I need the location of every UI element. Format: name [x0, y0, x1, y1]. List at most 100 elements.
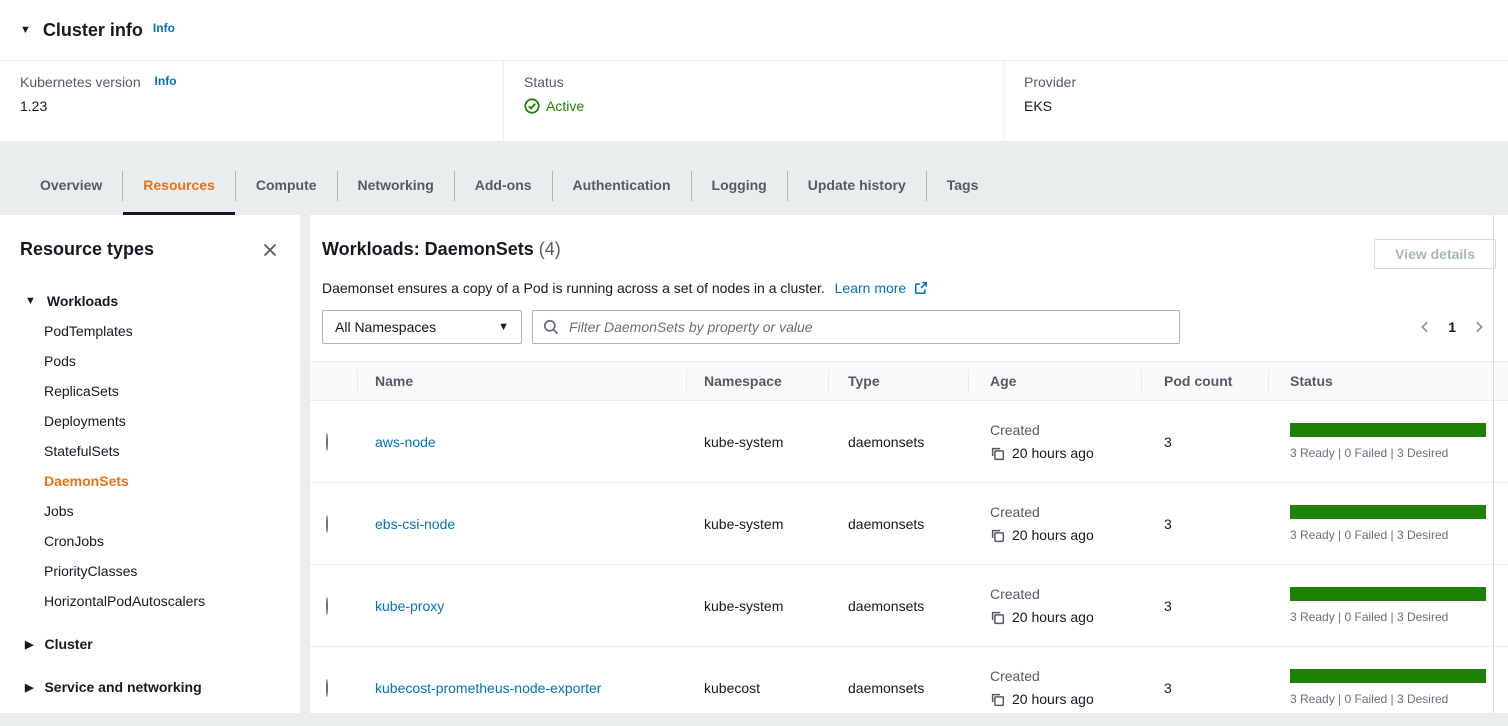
status-bar [1290, 423, 1486, 437]
field-label: Provider [1024, 74, 1488, 90]
tab-overview[interactable]: Overview [20, 141, 122, 215]
tab-authentication[interactable]: Authentication [553, 141, 691, 215]
tab-networking[interactable]: Networking [338, 141, 454, 215]
info-link[interactable]: Info [155, 74, 177, 88]
field-label: Status [524, 74, 983, 90]
item-count: (4) [539, 239, 561, 259]
tab-logging[interactable]: Logging [692, 141, 787, 215]
pagination: 1 [1418, 319, 1496, 335]
sidebar-item-pods[interactable]: Pods [20, 346, 280, 376]
cluster-info-fields: Kubernetes version Info 1.23 Status Acti… [0, 61, 1508, 141]
field-label: Kubernetes version Info [20, 74, 483, 90]
tab-resources[interactable]: Resources [123, 141, 235, 215]
caret-down-icon: ▼ [25, 295, 36, 307]
learn-more-link[interactable]: Learn more [835, 280, 907, 296]
copy-icon[interactable] [990, 446, 1005, 461]
table-row: kube-proxy kube-system daemonsets Create… [310, 565, 1508, 647]
pod-count-cell: 3 [1141, 434, 1268, 450]
status-bar [1290, 505, 1486, 519]
tree-group-cluster[interactable]: ▶ Cluster [20, 629, 280, 659]
view-details-button[interactable]: View details [1374, 239, 1496, 269]
tab-bar: Overview Resources Compute Networking Ad… [0, 141, 1508, 215]
status-value: Active [524, 98, 983, 114]
caret-right-icon: ▶ [25, 681, 33, 694]
sidebar-item-cronjobs[interactable]: CronJobs [20, 526, 280, 556]
sidebar-item-podtemplates[interactable]: PodTemplates [20, 316, 280, 346]
sidebar-item-daemonsets[interactable]: DaemonSets [20, 466, 280, 496]
status-cell: 3 Ready | 0 Failed | 3 Desired [1268, 587, 1508, 624]
panel-description: Daemonset ensures a copy of a Pod is run… [322, 279, 1496, 296]
type-cell: daemonsets [828, 434, 968, 450]
age-cell: Created 20 hours ago [968, 504, 1141, 543]
age-cell: Created 20 hours ago [968, 668, 1141, 707]
sidebar-item-replicasets[interactable]: ReplicaSets [20, 376, 280, 406]
daemonset-name-link[interactable]: kubecost-prometheus-node-exporter [375, 680, 601, 696]
sidebar-item-priorityclasses[interactable]: PriorityClasses [20, 556, 280, 586]
tab-compute[interactable]: Compute [236, 141, 337, 215]
table-row: ebs-csi-node kube-system daemonsets Crea… [310, 483, 1508, 565]
content-area: Resource types ▼ Workloads PodTemplates … [0, 215, 1508, 713]
table-header: Name Namespace Type Age Pod count Status [310, 361, 1508, 401]
namespace-select[interactable]: All Namespaces ▼ [322, 310, 522, 344]
cluster-info-header: ▼ Cluster info Info [0, 0, 1508, 60]
sidebar-item-statefulsets[interactable]: StatefulSets [20, 436, 280, 466]
search-icon [543, 319, 559, 335]
provider-field: Provider EKS [1003, 61, 1508, 141]
tab-update-history[interactable]: Update history [788, 141, 926, 215]
radio-button[interactable] [326, 515, 328, 533]
daemonset-name-link[interactable]: kube-proxy [375, 598, 444, 614]
search-box [532, 310, 1180, 344]
status-cell: 3 Ready | 0 Failed | 3 Desired [1268, 669, 1508, 706]
type-cell: daemonsets [828, 516, 968, 532]
column-header-pod-count: Pod count [1141, 373, 1268, 389]
copy-icon[interactable] [990, 610, 1005, 625]
type-cell: daemonsets [828, 680, 968, 696]
age-cell: Created 20 hours ago [968, 422, 1141, 461]
radio-button[interactable] [326, 433, 328, 451]
namespace-cell: kube-system [686, 516, 828, 532]
kubernetes-version-field: Kubernetes version Info 1.23 [0, 61, 503, 141]
kubernetes-version-value: 1.23 [20, 98, 483, 114]
status-field: Status Active [503, 61, 1003, 141]
triangle-down-icon[interactable]: ▼ [20, 24, 31, 36]
tree-group-service-and-networking[interactable]: ▶ Service and networking [20, 672, 280, 702]
external-link-icon [914, 282, 928, 298]
close-icon[interactable] [260, 240, 280, 260]
pod-count-cell: 3 [1141, 598, 1268, 614]
resource-tree: ▼ Workloads PodTemplates Pods ReplicaSet… [20, 286, 280, 702]
tree-group-workloads[interactable]: ▼ Workloads [20, 286, 280, 316]
search-input[interactable] [567, 318, 1169, 336]
caret-right-icon: ▶ [25, 638, 33, 651]
sidebar-title: Resource types [20, 239, 154, 260]
chevron-right-icon[interactable] [1472, 320, 1486, 334]
cluster-info-panel: ▼ Cluster info Info Kubernetes version I… [0, 0, 1508, 141]
column-header-type: Type [828, 373, 968, 389]
sidebar-item-jobs[interactable]: Jobs [20, 496, 280, 526]
page-number[interactable]: 1 [1448, 319, 1456, 335]
status-text: Active [546, 98, 584, 114]
status-cell: 3 Ready | 0 Failed | 3 Desired [1268, 505, 1508, 542]
daemonsets-table: Name Namespace Type Age Pod count Status… [310, 361, 1508, 713]
namespace-cell: kube-system [686, 598, 828, 614]
sidebar-item-deployments[interactable]: Deployments [20, 406, 280, 436]
pod-count-cell: 3 [1141, 680, 1268, 696]
radio-button[interactable] [326, 597, 328, 615]
column-header-status: Status [1268, 373, 1508, 389]
column-header-name: Name [357, 373, 686, 389]
copy-icon[interactable] [990, 528, 1005, 543]
pod-count-cell: 3 [1141, 516, 1268, 532]
tab-tags[interactable]: Tags [927, 141, 999, 215]
info-link[interactable]: Info [153, 21, 175, 35]
daemonsets-panel: Workloads: DaemonSets (4) View details D… [310, 215, 1508, 713]
column-header-age: Age [968, 373, 1141, 389]
table-row: kubecost-prometheus-node-exporter kubeco… [310, 647, 1508, 713]
tab-add-ons[interactable]: Add-ons [455, 141, 552, 215]
copy-icon[interactable] [990, 692, 1005, 707]
radio-button[interactable] [326, 679, 328, 697]
sidebar-item-horizontalpodautoscalers[interactable]: HorizontalPodAutoscalers [20, 586, 280, 616]
daemonset-name-link[interactable]: ebs-csi-node [375, 516, 455, 532]
status-ok-icon [524, 98, 540, 114]
chevron-left-icon[interactable] [1418, 320, 1432, 334]
daemonset-name-link[interactable]: aws-node [375, 434, 436, 450]
namespace-cell: kubecost [686, 680, 828, 696]
